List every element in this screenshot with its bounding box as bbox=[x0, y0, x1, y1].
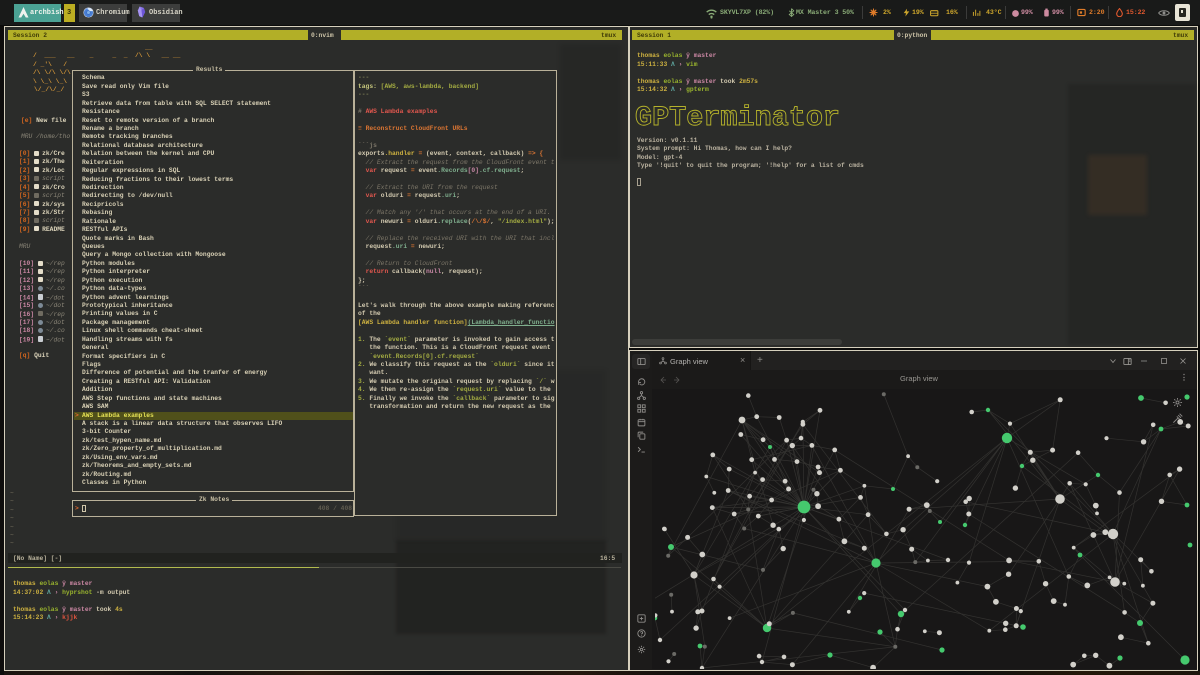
svg-text:GPTerminator: GPTerminator bbox=[635, 103, 840, 134]
